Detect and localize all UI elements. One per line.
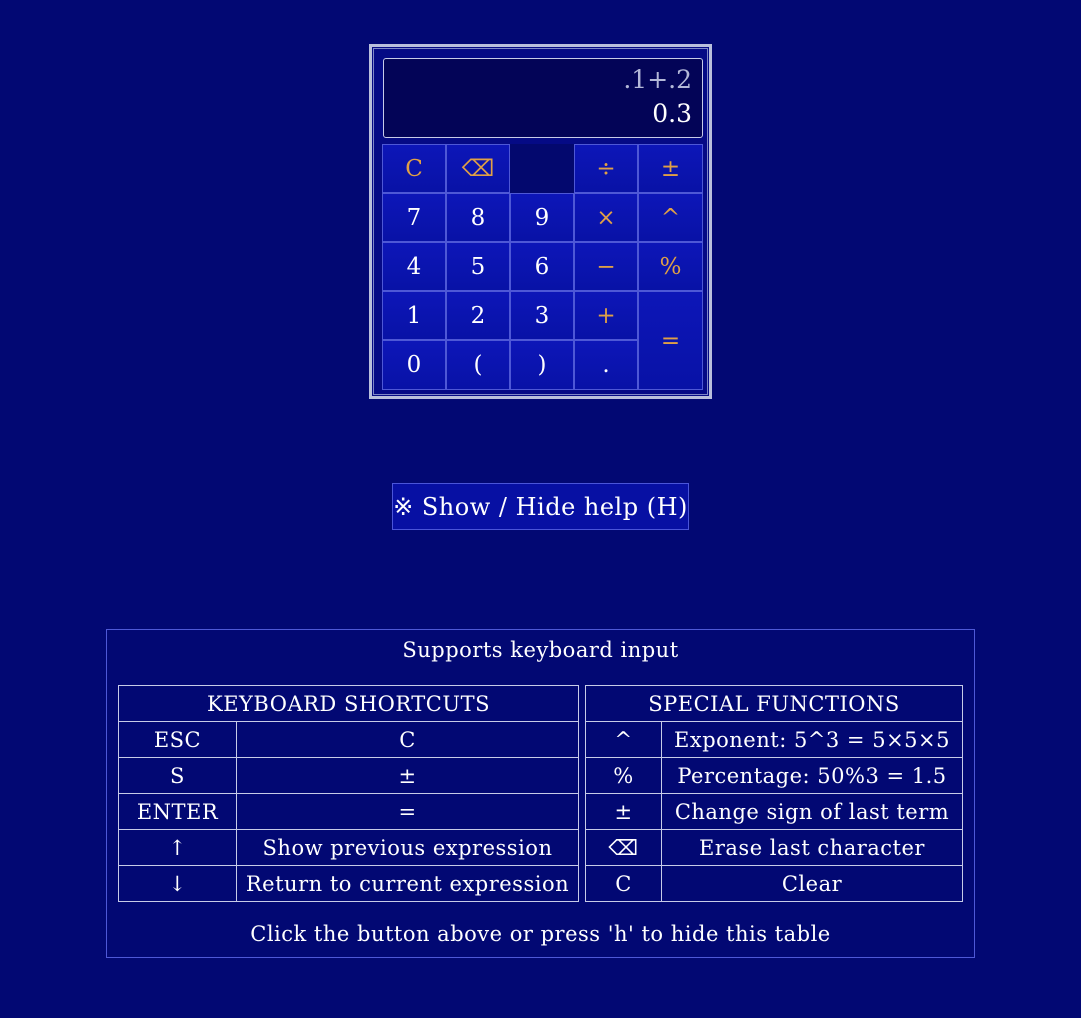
- add-button[interactable]: +: [574, 291, 638, 340]
- digit-8-button[interactable]: 8: [446, 193, 510, 242]
- function-symbol: ^: [585, 721, 662, 758]
- empty-key-slot: [510, 144, 574, 193]
- shortcut-action: Return to current expression: [236, 865, 579, 902]
- shortcut-key: S: [118, 757, 237, 794]
- divide-button[interactable]: ÷: [574, 144, 638, 193]
- function-description: Erase last character: [661, 829, 963, 866]
- open-paren-button[interactable]: (: [446, 340, 510, 390]
- function-symbol: %: [585, 757, 662, 794]
- shortcut-key: ENTER: [118, 793, 237, 830]
- toggle-help-button[interactable]: ※ Show / Hide help (H): [392, 483, 689, 530]
- function-symbol: C: [585, 865, 662, 902]
- digit-6-button[interactable]: 6: [510, 242, 574, 291]
- digit-5-button[interactable]: 5: [446, 242, 510, 291]
- close-paren-button[interactable]: ): [510, 340, 574, 390]
- digit-0-button[interactable]: 0: [382, 340, 446, 390]
- decimal-button[interactable]: .: [574, 340, 638, 390]
- toggle-help-label: Show / Hide help (H): [421, 492, 688, 521]
- function-row: C Clear: [585, 865, 963, 902]
- function-description: Change sign of last term: [661, 793, 963, 830]
- function-row: ± Change sign of last term: [585, 793, 963, 830]
- clear-button[interactable]: C: [382, 144, 446, 193]
- function-row: ⌫ Erase last character: [585, 829, 963, 866]
- digit-9-button[interactable]: 9: [510, 193, 574, 242]
- function-description: Exponent: 5^3 = 5×5×5: [661, 721, 963, 758]
- shortcut-action: ±: [236, 757, 579, 794]
- digit-3-button[interactable]: 3: [510, 291, 574, 340]
- equals-button[interactable]: =: [638, 291, 703, 390]
- shortcut-key: ↑: [118, 829, 237, 866]
- function-symbol: ⌫: [585, 829, 662, 866]
- shortcut-row: S ±: [118, 757, 579, 794]
- help-panel: Supports keyboard input KEYBOARD SHORTCU…: [106, 629, 975, 958]
- digit-7-button[interactable]: 7: [382, 193, 446, 242]
- function-row: % Percentage: 50%3 = 1.5: [585, 757, 963, 794]
- function-row: ^ Exponent: 5^3 = 5×5×5: [585, 721, 963, 758]
- shortcut-row: ↓ Return to current expression: [118, 865, 579, 902]
- percent-button[interactable]: %: [638, 242, 703, 291]
- page: .1+.2 0.3 C ⌫ ÷ ±7 8 9 × ^ 4 5 6−% 1 2 3 + = 0(). ※ Show…: [0, 0, 1081, 1018]
- keypad: C ⌫ ÷ ±7 8 9 × ^ 4 5 6−% 1 2 3 + = 0().: [382, 144, 704, 391]
- shortcut-row: ESC C: [118, 721, 579, 758]
- function-symbol: ±: [585, 793, 662, 830]
- functions-title: SPECIAL FUNCTIONS: [585, 685, 963, 722]
- calculator: .1+.2 0.3 C ⌫ ÷ ±7 8 9 × ^ 4 5 6−% 1 2 3 + = 0().: [369, 44, 712, 399]
- shortcut-action: =: [236, 793, 579, 830]
- function-description: Percentage: 50%3 = 1.5: [661, 757, 963, 794]
- function-description: Clear: [661, 865, 963, 902]
- shortcuts-title: KEYBOARD SHORTCUTS: [118, 685, 579, 722]
- digit-1-button[interactable]: 1: [382, 291, 446, 340]
- shortcut-row: ↑ Show previous expression: [118, 829, 579, 866]
- shortcut-action: Show previous expression: [236, 829, 579, 866]
- keyboard-shortcuts-table: KEYBOARD SHORTCUTS ESC C S ± ENTER = ↑ Show pre…: [118, 685, 579, 902]
- sign-toggle-button[interactable]: ±: [638, 144, 703, 193]
- digit-4-button[interactable]: 4: [382, 242, 446, 291]
- help-footer: Click the button above or press 'h' to h…: [250, 922, 831, 946]
- expression-line: .1+.2: [623, 65, 692, 94]
- subtract-button[interactable]: −: [574, 242, 638, 291]
- reference-mark-icon: ※: [393, 492, 414, 521]
- special-functions-table: SPECIAL FUNCTIONS ^ Exponent: 5^3 = 5×5×5…: [585, 685, 963, 902]
- shortcut-action: C: [236, 721, 579, 758]
- help-heading: Supports keyboard input: [402, 638, 679, 662]
- shortcut-row: ENTER =: [118, 793, 579, 830]
- shortcut-key: ESC: [118, 721, 237, 758]
- shortcut-key: ↓: [118, 865, 237, 902]
- power-button[interactable]: ^: [638, 193, 703, 242]
- digit-2-button[interactable]: 2: [446, 291, 510, 340]
- result-line: 0.3: [652, 99, 692, 128]
- calculator-display: .1+.2 0.3: [383, 58, 703, 138]
- multiply-button[interactable]: ×: [574, 193, 638, 242]
- backspace-button[interactable]: ⌫: [446, 144, 510, 193]
